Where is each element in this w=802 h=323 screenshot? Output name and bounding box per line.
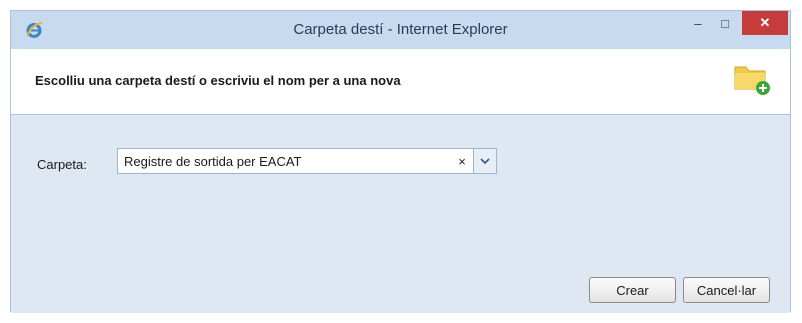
folder-add-icon xyxy=(732,58,772,98)
chevron-down-icon[interactable] xyxy=(473,149,496,173)
maximize-button[interactable]: □ xyxy=(713,11,737,35)
dialog-content: Carpeta: × Crear Cancel·lar xyxy=(11,115,790,313)
dialog-header: Escolliu una carpeta destí o escriviu el… xyxy=(11,49,790,115)
dialog-window: Carpeta destí - Internet Explorer – □ ✕ … xyxy=(10,10,791,313)
folder-combobox[interactable]: × xyxy=(117,148,497,174)
create-button[interactable]: Crear xyxy=(589,277,676,303)
clear-icon[interactable]: × xyxy=(451,149,473,173)
close-button[interactable]: ✕ xyxy=(742,11,788,35)
window-title: Carpeta destí - Internet Explorer xyxy=(293,21,508,38)
folder-input[interactable] xyxy=(118,149,451,173)
title-bar[interactable]: Carpeta destí - Internet Explorer – □ ✕ xyxy=(11,11,790,49)
instruction-text: Escolliu una carpeta destí o escriviu el… xyxy=(35,73,401,88)
minimize-button[interactable]: – xyxy=(686,11,710,35)
cancel-button[interactable]: Cancel·lar xyxy=(683,277,770,303)
folder-label: Carpeta: xyxy=(37,157,87,172)
